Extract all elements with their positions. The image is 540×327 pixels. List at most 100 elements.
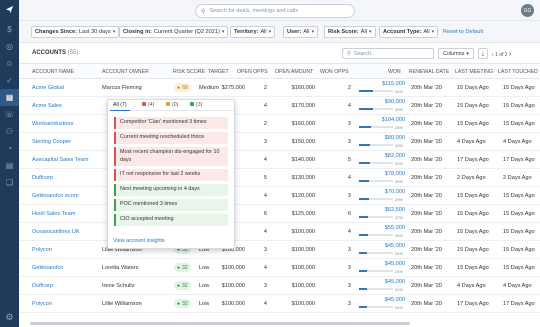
avatar[interactable]: GG (521, 4, 534, 17)
sidebar: $ ◎ ☺ ✓ ▦ ☏ ⚇ ◔ ▤ ❏ ⚙ (0, 0, 19, 327)
column-header[interactable]: LAST TOUCHED (498, 69, 538, 75)
column-header[interactable]: RENEWAL DATE (409, 69, 449, 75)
filter-label: Account Type: (383, 29, 422, 35)
global-search-input[interactable]: ⚲ Search for deals, meetings and calls (195, 4, 355, 18)
horizontal-scrollbar[interactable] (30, 322, 410, 325)
gear-icon[interactable]: ⚙ (0, 312, 19, 323)
tab-all[interactable]: All (7) (113, 102, 127, 108)
renewal-date: 20th Mar '20 (411, 121, 442, 127)
column-header[interactable]: WON (388, 69, 401, 75)
table-row[interactable]: Duffcorp Irene Schultz ● 32 Low $100,000 3 $100… (19, 277, 540, 295)
column-header[interactable]: OPEN AMOUNT (275, 69, 313, 75)
reset-to-default-link[interactable]: Reset to Default (443, 29, 483, 35)
risk-score-badge[interactable]: ● 68 (174, 83, 191, 92)
table-search-placeholder: Search... (353, 50, 376, 57)
filter-closing-in[interactable]: Closing in: Current Quarter (Q2 2021) ▾ (119, 26, 229, 38)
tab-negative[interactable]: (4) (142, 102, 154, 108)
page-title: ACCOUNTS (55) (32, 50, 78, 56)
chevron-down-icon: ▾ (431, 29, 435, 35)
account-name-link[interactable]: Polycon (32, 301, 52, 307)
renewal-date: 20th Mar '20 (411, 193, 442, 199)
account-name-link[interactable]: Gekkoandco ecom (32, 193, 79, 199)
table-row[interactable]: Polycon Lillie Williamson ● 32 Low $100,000 3 $… (19, 241, 540, 259)
next-page-icon[interactable]: › (509, 51, 511, 58)
accounts-icon[interactable]: ▦ (0, 89, 19, 106)
table-row[interactable]: Polycon Lillie Williamson ● 32 Low $100,000 4 $… (19, 295, 540, 313)
column-header[interactable]: RISK SCORE (173, 69, 205, 75)
account-name-link[interactable]: Hooli Sales Team (32, 211, 75, 217)
table-row[interactable]: Axecapital Sales Team 4 $140,000 5 $82,000 32… (19, 151, 540, 169)
insight-tabs: All (7) (4) (0) (3) (108, 100, 234, 111)
filter-risk-score[interactable]: Risk Score: All ▾ (324, 26, 376, 38)
risk-score-badge[interactable]: ● 32 (174, 281, 191, 290)
search-icon: ⚲ (347, 50, 351, 57)
deals-icon[interactable]: $ (0, 21, 19, 38)
forecast-icon[interactable]: ◔ (0, 140, 19, 157)
column-header[interactable]: LAST MEETING (455, 69, 493, 75)
export-icon[interactable]: ⤓ (478, 48, 488, 59)
table-row[interactable]: Duffcorp 5 $130,000 4 $78,000 30% 20th Mar '20… (19, 169, 540, 187)
table-row[interactable]: Acme Global Marcus Fleming ● 68 Medium $275,0… (19, 79, 540, 97)
table-row[interactable]: Hooli Sales Team 6 $125,000 6 $62,500 27% 20th… (19, 205, 540, 223)
column-header[interactable]: WON OPPS (320, 69, 349, 75)
target-value: $100,000 (221, 301, 245, 307)
table-row[interactable]: Gekkoandco Loretta Waters ● 32 Low $100,000 4 $… (19, 259, 540, 277)
last-touched: 15 Days Ago (503, 121, 535, 127)
table-row[interactable]: Acme Sales 4 $170,000 4 $90,000 40% 20th Mar '… (19, 97, 540, 115)
table-row[interactable]: Oceanicairlines UK 4 $100,000 4 $55,000 25% 20… (19, 223, 540, 241)
account-name-link[interactable]: Sterling Cooper (32, 139, 71, 145)
contacts-icon[interactable]: ☺ (0, 55, 19, 72)
risk-score-badge[interactable]: ● 32 (174, 263, 191, 272)
table-row[interactable]: Gekkoandco ecom 4 $120,000 3 $70,000 29% 20th … (19, 187, 540, 205)
calls-icon[interactable]: ☏ (0, 106, 19, 123)
library-icon[interactable]: ❏ (0, 174, 19, 191)
last-touched: 15 Days Ago (503, 193, 535, 199)
table-search-input[interactable]: ⚲ Search... (342, 48, 434, 59)
account-name-link[interactable]: Acme Sales (32, 103, 62, 109)
filter-changes-since[interactable]: Changes Since: Last 30 days ▾ (31, 26, 120, 38)
risk-score-badge[interactable]: ● 32 (174, 299, 191, 308)
view-account-insights-link[interactable]: View account insights (113, 238, 165, 244)
filter-account-type[interactable]: Account Type: All ▾ (379, 26, 439, 38)
account-name-link[interactable]: Wonkaindustries (32, 121, 73, 127)
last-touched: 15 Days Ago (503, 229, 535, 235)
column-header[interactable]: OPEN OPPS (237, 69, 268, 75)
filter-territory[interactable]: Territory: All ▾ (230, 26, 276, 38)
account-name-link[interactable]: Polycon (32, 247, 52, 253)
won-value: $45,000 (384, 279, 405, 285)
table-row[interactable]: Sterling Cooper 3 $150,000 3 $80,000 33% 20th … (19, 133, 540, 151)
users-icon[interactable]: ⚇ (0, 123, 19, 140)
tab-neutral[interactable]: (0) (166, 102, 178, 108)
tasks-icon[interactable]: ✓ (0, 72, 19, 89)
column-header[interactable]: TARGET (208, 69, 229, 75)
reports-icon[interactable]: ▤ (0, 157, 19, 174)
tab-positive[interactable]: (3) (190, 102, 202, 108)
open-opps-value: 4 (263, 103, 267, 109)
table-row[interactable]: Wonkaindustries 2 $160,000 3 $104,000 35% 20th… (19, 115, 540, 133)
won-progress-fill (359, 144, 371, 146)
won-percent: 33% (395, 143, 404, 148)
account-name-link[interactable]: Duffcorp (32, 283, 53, 289)
account-owner: Irene Schultz (102, 283, 135, 289)
risk-dot-icon: ● (177, 282, 181, 289)
account-name-link[interactable]: Oceanicairlines UK (32, 229, 80, 235)
won-progress-bar (359, 270, 393, 272)
renewal-date: 20th Mar '20 (411, 247, 442, 253)
prev-page-icon[interactable]: ‹ (492, 52, 494, 58)
filter-user[interactable]: User: All ▾ (283, 26, 319, 38)
account-name-link[interactable]: Duffcorp (32, 175, 53, 181)
active-tab-underline (110, 110, 130, 111)
open-amount-value: $120,000 (291, 193, 315, 199)
open-opps-value: 2 (263, 121, 267, 127)
open-opps-value: 4 (263, 229, 267, 235)
logo-icon[interactable] (0, 0, 19, 19)
positive-insight-item: POC mentioned 3 times (114, 199, 228, 211)
meetings-icon[interactable]: ◎ (0, 38, 19, 55)
column-header[interactable]: ACCOUNT OWNER (102, 69, 149, 75)
account-name-link[interactable]: Gekkoandco (32, 265, 63, 271)
account-name-link[interactable]: Acme Global (32, 85, 64, 91)
won-progress-fill (359, 234, 368, 236)
column-header[interactable]: ACCOUNT NAME (32, 69, 74, 75)
account-name-link[interactable]: Axecapital Sales Team (32, 157, 89, 163)
columns-button[interactable]: Columns ▾ (438, 48, 474, 59)
